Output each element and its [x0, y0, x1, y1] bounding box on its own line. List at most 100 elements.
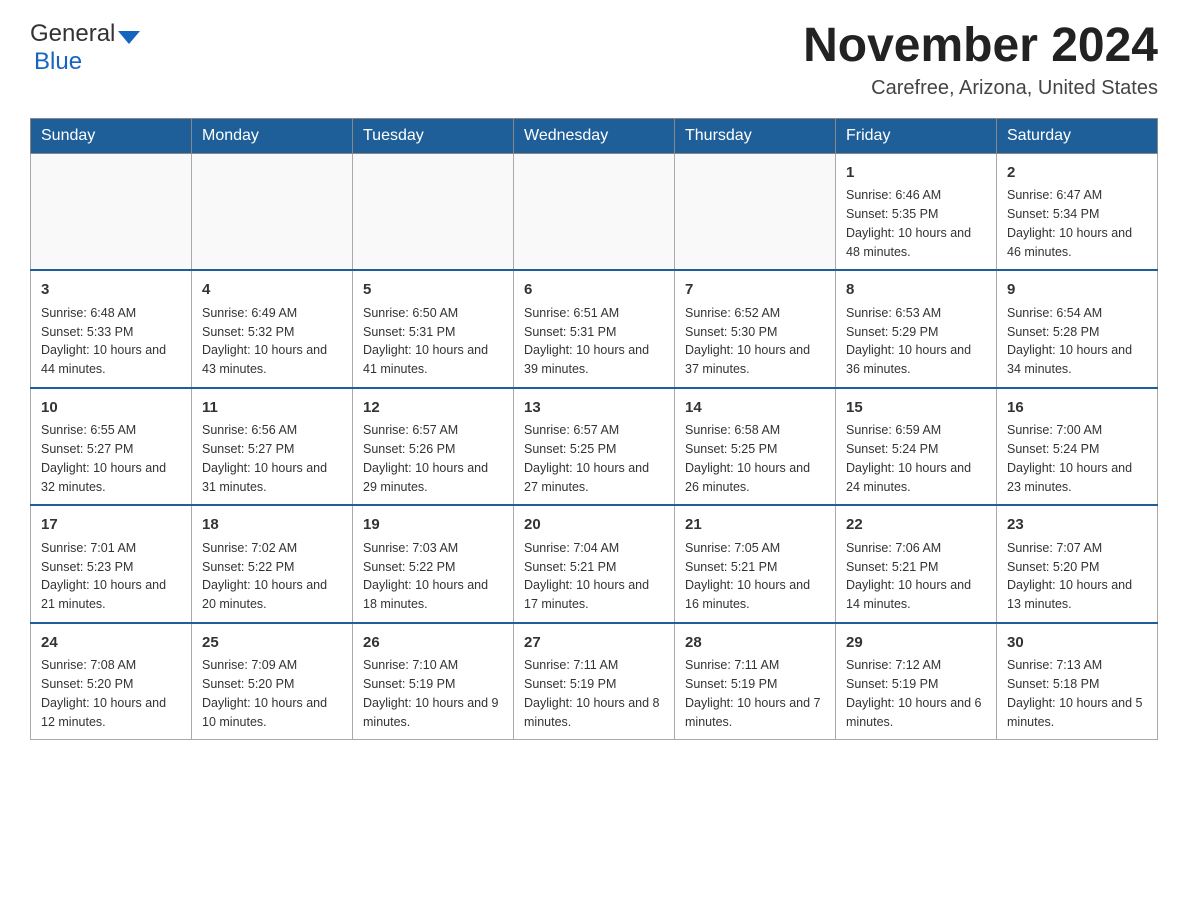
logo-blue-text: Blue: [34, 48, 82, 76]
day-info: Sunrise: 7:11 AMSunset: 5:19 PMDaylight:…: [524, 656, 664, 731]
day-number: 30: [1007, 632, 1147, 655]
table-row: 22Sunrise: 7:06 AMSunset: 5:21 PMDayligh…: [836, 505, 997, 623]
calendar-title: November 2024: [803, 20, 1158, 73]
table-row: 2Sunrise: 6:47 AMSunset: 5:34 PMDaylight…: [997, 153, 1158, 270]
table-row: 20Sunrise: 7:04 AMSunset: 5:21 PMDayligh…: [514, 505, 675, 623]
calendar-header-row: Sunday Monday Tuesday Wednesday Thursday…: [31, 118, 1158, 153]
day-info: Sunrise: 7:05 AMSunset: 5:21 PMDaylight:…: [685, 539, 825, 614]
day-info: Sunrise: 6:53 AMSunset: 5:29 PMDaylight:…: [846, 304, 986, 379]
table-row: 23Sunrise: 7:07 AMSunset: 5:20 PMDayligh…: [997, 505, 1158, 623]
table-row: [31, 153, 192, 270]
table-row: 28Sunrise: 7:11 AMSunset: 5:19 PMDayligh…: [675, 623, 836, 740]
calendar-week-row: 17Sunrise: 7:01 AMSunset: 5:23 PMDayligh…: [31, 505, 1158, 623]
col-thursday: Thursday: [675, 118, 836, 153]
table-row: 27Sunrise: 7:11 AMSunset: 5:19 PMDayligh…: [514, 623, 675, 740]
day-info: Sunrise: 7:01 AMSunset: 5:23 PMDaylight:…: [41, 539, 181, 614]
table-row: [514, 153, 675, 270]
col-wednesday: Wednesday: [514, 118, 675, 153]
title-section: November 2024 Carefree, Arizona, United …: [803, 20, 1158, 100]
day-number: 12: [363, 397, 503, 420]
day-info: Sunrise: 7:10 AMSunset: 5:19 PMDaylight:…: [363, 656, 503, 731]
table-row: 19Sunrise: 7:03 AMSunset: 5:22 PMDayligh…: [353, 505, 514, 623]
calendar-week-row: 10Sunrise: 6:55 AMSunset: 5:27 PMDayligh…: [31, 388, 1158, 506]
day-number: 16: [1007, 397, 1147, 420]
day-info: Sunrise: 7:02 AMSunset: 5:22 PMDaylight:…: [202, 539, 342, 614]
day-info: Sunrise: 6:52 AMSunset: 5:30 PMDaylight:…: [685, 304, 825, 379]
table-row: 9Sunrise: 6:54 AMSunset: 5:28 PMDaylight…: [997, 270, 1158, 388]
table-row: 12Sunrise: 6:57 AMSunset: 5:26 PMDayligh…: [353, 388, 514, 506]
day-number: 21: [685, 514, 825, 537]
day-number: 15: [846, 397, 986, 420]
table-row: 29Sunrise: 7:12 AMSunset: 5:19 PMDayligh…: [836, 623, 997, 740]
table-row: 8Sunrise: 6:53 AMSunset: 5:29 PMDaylight…: [836, 270, 997, 388]
day-number: 20: [524, 514, 664, 537]
day-number: 4: [202, 279, 342, 302]
day-info: Sunrise: 7:08 AMSunset: 5:20 PMDaylight:…: [41, 656, 181, 731]
day-number: 11: [202, 397, 342, 420]
table-row: 21Sunrise: 7:05 AMSunset: 5:21 PMDayligh…: [675, 505, 836, 623]
table-row: 26Sunrise: 7:10 AMSunset: 5:19 PMDayligh…: [353, 623, 514, 740]
calendar-subtitle: Carefree, Arizona, United States: [803, 77, 1158, 100]
day-number: 17: [41, 514, 181, 537]
day-info: Sunrise: 6:51 AMSunset: 5:31 PMDaylight:…: [524, 304, 664, 379]
day-info: Sunrise: 6:49 AMSunset: 5:32 PMDaylight:…: [202, 304, 342, 379]
day-number: 26: [363, 632, 503, 655]
day-number: 9: [1007, 279, 1147, 302]
logo-triangle-icon: [118, 31, 140, 44]
table-row: 11Sunrise: 6:56 AMSunset: 5:27 PMDayligh…: [192, 388, 353, 506]
day-number: 24: [41, 632, 181, 655]
table-row: 3Sunrise: 6:48 AMSunset: 5:33 PMDaylight…: [31, 270, 192, 388]
day-number: 29: [846, 632, 986, 655]
day-number: 28: [685, 632, 825, 655]
table-row: 17Sunrise: 7:01 AMSunset: 5:23 PMDayligh…: [31, 505, 192, 623]
day-number: 3: [41, 279, 181, 302]
day-info: Sunrise: 7:09 AMSunset: 5:20 PMDaylight:…: [202, 656, 342, 731]
header: General Blue November 2024 Carefree, Ari…: [30, 20, 1158, 100]
day-info: Sunrise: 7:13 AMSunset: 5:18 PMDaylight:…: [1007, 656, 1147, 731]
day-number: 18: [202, 514, 342, 537]
table-row: [192, 153, 353, 270]
calendar-table: Sunday Monday Tuesday Wednesday Thursday…: [30, 118, 1158, 741]
day-number: 6: [524, 279, 664, 302]
table-row: 13Sunrise: 6:57 AMSunset: 5:25 PMDayligh…: [514, 388, 675, 506]
calendar-week-row: 3Sunrise: 6:48 AMSunset: 5:33 PMDaylight…: [31, 270, 1158, 388]
table-row: 14Sunrise: 6:58 AMSunset: 5:25 PMDayligh…: [675, 388, 836, 506]
table-row: 16Sunrise: 7:00 AMSunset: 5:24 PMDayligh…: [997, 388, 1158, 506]
table-row: 25Sunrise: 7:09 AMSunset: 5:20 PMDayligh…: [192, 623, 353, 740]
table-row: [353, 153, 514, 270]
day-info: Sunrise: 7:07 AMSunset: 5:20 PMDaylight:…: [1007, 539, 1147, 614]
col-sunday: Sunday: [31, 118, 192, 153]
day-info: Sunrise: 6:46 AMSunset: 5:35 PMDaylight:…: [846, 186, 986, 261]
day-info: Sunrise: 7:00 AMSunset: 5:24 PMDaylight:…: [1007, 421, 1147, 496]
day-number: 1: [846, 162, 986, 185]
day-number: 2: [1007, 162, 1147, 185]
table-row: 5Sunrise: 6:50 AMSunset: 5:31 PMDaylight…: [353, 270, 514, 388]
table-row: 18Sunrise: 7:02 AMSunset: 5:22 PMDayligh…: [192, 505, 353, 623]
day-info: Sunrise: 7:12 AMSunset: 5:19 PMDaylight:…: [846, 656, 986, 731]
day-info: Sunrise: 6:57 AMSunset: 5:25 PMDaylight:…: [524, 421, 664, 496]
day-number: 5: [363, 279, 503, 302]
logo: General Blue: [30, 20, 140, 76]
day-number: 25: [202, 632, 342, 655]
col-tuesday: Tuesday: [353, 118, 514, 153]
table-row: 1Sunrise: 6:46 AMSunset: 5:35 PMDaylight…: [836, 153, 997, 270]
day-info: Sunrise: 7:06 AMSunset: 5:21 PMDaylight:…: [846, 539, 986, 614]
calendar-week-row: 1Sunrise: 6:46 AMSunset: 5:35 PMDaylight…: [31, 153, 1158, 270]
table-row: 7Sunrise: 6:52 AMSunset: 5:30 PMDaylight…: [675, 270, 836, 388]
calendar-week-row: 24Sunrise: 7:08 AMSunset: 5:20 PMDayligh…: [31, 623, 1158, 740]
day-number: 8: [846, 279, 986, 302]
day-number: 27: [524, 632, 664, 655]
day-number: 7: [685, 279, 825, 302]
table-row: 30Sunrise: 7:13 AMSunset: 5:18 PMDayligh…: [997, 623, 1158, 740]
table-row: 10Sunrise: 6:55 AMSunset: 5:27 PMDayligh…: [31, 388, 192, 506]
day-info: Sunrise: 6:56 AMSunset: 5:27 PMDaylight:…: [202, 421, 342, 496]
day-info: Sunrise: 6:55 AMSunset: 5:27 PMDaylight:…: [41, 421, 181, 496]
day-number: 19: [363, 514, 503, 537]
day-info: Sunrise: 6:48 AMSunset: 5:33 PMDaylight:…: [41, 304, 181, 379]
table-row: 6Sunrise: 6:51 AMSunset: 5:31 PMDaylight…: [514, 270, 675, 388]
day-info: Sunrise: 7:04 AMSunset: 5:21 PMDaylight:…: [524, 539, 664, 614]
col-saturday: Saturday: [997, 118, 1158, 153]
day-info: Sunrise: 6:57 AMSunset: 5:26 PMDaylight:…: [363, 421, 503, 496]
table-row: [675, 153, 836, 270]
day-info: Sunrise: 6:47 AMSunset: 5:34 PMDaylight:…: [1007, 186, 1147, 261]
